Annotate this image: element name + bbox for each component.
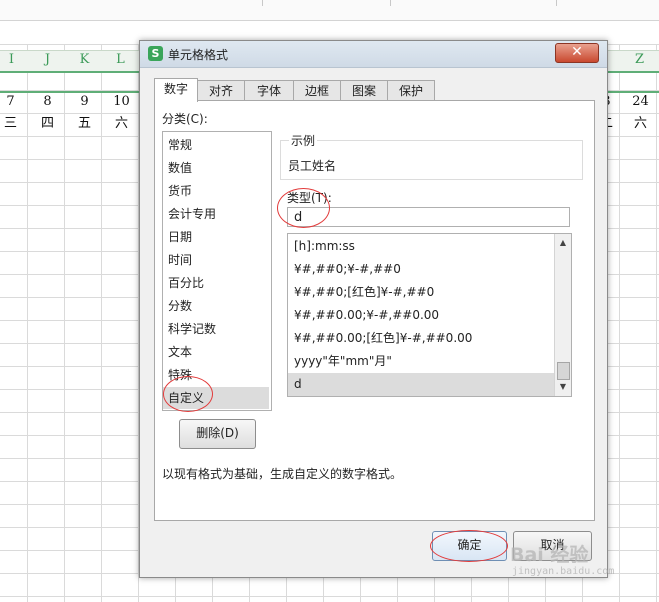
cell-number[interactable]: 10 — [103, 94, 140, 109]
toolbar-divider — [262, 0, 263, 6]
hint-text: 以现有格式为基础，生成自定义的数字格式。 — [162, 467, 403, 481]
cell-weekday[interactable]: 六 — [622, 112, 659, 131]
column-header-z[interactable]: Z — [621, 50, 658, 70]
category-list[interactable]: 常规 数值 货币 会计专用 日期 时间 百分比 分数 科学记数 文本 特殊 自定… — [162, 131, 272, 411]
format-item-selected[interactable]: d — [288, 373, 554, 396]
format-cells-dialog: S 单元格格式 ✕ 数字 对齐 字体 边框 图案 保护 分类(C): 常规 数值… — [139, 40, 608, 578]
baidu-watermark-url: jingyan.baidu.com — [512, 566, 615, 577]
format-item[interactable]: yyyy"年"mm"月" — [288, 350, 554, 373]
format-item[interactable]: [h]:mm:ss — [288, 235, 554, 258]
scroll-thumb[interactable] — [557, 362, 570, 380]
cell-number[interactable]: 7 — [0, 94, 29, 109]
close-button[interactable]: ✕ — [555, 43, 599, 63]
format-item[interactable]: ¥#,##0;¥-#,##0 — [288, 258, 554, 281]
close-icon: ✕ — [571, 44, 583, 60]
format-item[interactable]: ¥#,##0;[红色]¥-#,##0 — [288, 281, 554, 304]
cell-weekday[interactable]: 四 — [29, 112, 66, 131]
category-item-number[interactable]: 数值 — [163, 157, 269, 179]
sample-label: 示例 — [289, 132, 318, 149]
cell-number[interactable]: 8 — [29, 94, 66, 109]
column-header-j[interactable]: J — [29, 50, 66, 70]
column-header-l[interactable]: L — [102, 50, 139, 70]
dialog-titlebar[interactable]: S 单元格格式 ✕ — [140, 41, 607, 68]
format-item[interactable]: ¥#,##0.00;¥-#,##0.00 — [288, 304, 554, 327]
annotation-circle — [163, 376, 213, 412]
annotation-circle — [430, 530, 508, 562]
format-list-scrollbar[interactable]: ▲ ▼ — [554, 234, 571, 396]
category-item-text[interactable]: 文本 — [163, 341, 269, 363]
category-item-currency[interactable]: 货币 — [163, 180, 269, 202]
format-item[interactable]: ¥#,##0.00;[红色]¥-#,##0.00 — [288, 327, 554, 350]
column-header-k[interactable]: K — [66, 50, 103, 70]
category-item-general[interactable]: 常规 — [163, 134, 269, 156]
category-item-date[interactable]: 日期 — [163, 226, 269, 248]
sheet-toolbar-strip — [0, 0, 659, 21]
annotation-circle — [277, 188, 330, 228]
cell-weekday[interactable]: 五 — [66, 112, 103, 131]
category-item-percentage[interactable]: 百分比 — [163, 272, 269, 294]
wps-app-icon: S — [148, 46, 163, 61]
toolbar-divider — [556, 0, 557, 6]
toolbar-divider — [390, 0, 391, 6]
baidu-watermark: Bai 经验 — [510, 544, 589, 566]
category-item-accounting[interactable]: 会计专用 — [163, 203, 269, 225]
tab-border[interactable]: 边框 — [293, 80, 341, 101]
column-header-i[interactable]: I — [0, 50, 30, 70]
tab-number[interactable]: 数字 — [154, 78, 198, 102]
tab-protection[interactable]: 保护 — [387, 80, 435, 101]
scroll-down-arrow-icon[interactable]: ▼ — [555, 380, 571, 394]
tab-alignment[interactable]: 对齐 — [197, 80, 245, 101]
category-item-scientific[interactable]: 科学记数 — [163, 318, 269, 340]
category-item-fraction[interactable]: 分数 — [163, 295, 269, 317]
cell-number[interactable]: 9 — [66, 94, 103, 109]
sample-value: 员工姓名 — [288, 159, 337, 173]
dialog-title: 单元格格式 — [168, 48, 229, 62]
cell-weekday[interactable]: 三 — [0, 112, 29, 131]
tab-pattern[interactable]: 图案 — [340, 80, 388, 101]
tab-font[interactable]: 字体 — [244, 80, 294, 101]
category-label: 分类(C): — [162, 112, 208, 126]
category-item-time[interactable]: 时间 — [163, 249, 269, 271]
cell-number[interactable]: 24 — [622, 94, 659, 109]
delete-button[interactable]: 删除(D) — [179, 419, 256, 449]
format-list[interactable]: [h]:mm:ss ¥#,##0;¥-#,##0 ¥#,##0;[红色]¥-#,… — [287, 233, 572, 397]
scroll-up-arrow-icon[interactable]: ▲ — [555, 236, 571, 250]
cell-weekday[interactable]: 六 — [103, 112, 140, 131]
